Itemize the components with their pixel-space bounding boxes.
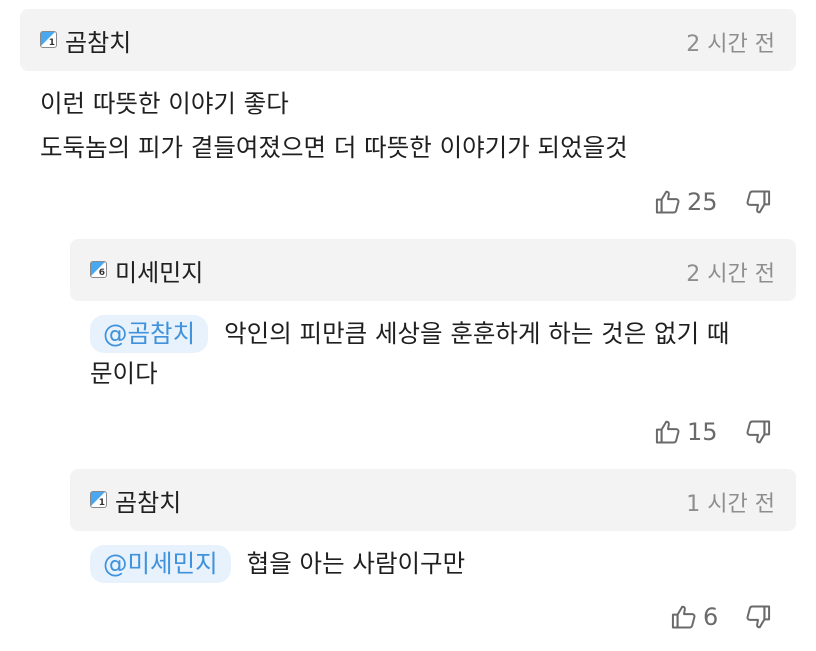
- reply-body: @곰참치 악인의 피만큼 세상을 훈훈하게 하는 것은 없기 때 문이다: [90, 312, 729, 396]
- dislike-button[interactable]: [744, 603, 772, 631]
- comment-text-line: 이런 따뜻한 이야기 좋다: [40, 89, 289, 118]
- comment-actions: 25: [654, 184, 772, 220]
- reply-text-line: @미세민지 협을 아는 사람이구만: [90, 542, 465, 586]
- level-badge-icon: 1: [90, 491, 107, 508]
- like-button[interactable]: 25: [654, 188, 718, 216]
- reply-text: 협을 아는 사람이구만: [246, 549, 466, 578]
- dislike-button[interactable]: [744, 418, 772, 446]
- reply-text: 악인의 피만큼 세상을 훈훈하게 하는 것은 없기 때: [224, 319, 730, 348]
- level-number: 6: [98, 268, 105, 278]
- reply-timestamp: 2 시간 전: [686, 262, 775, 287]
- mention-tag[interactable]: @곰참치: [90, 315, 209, 353]
- reply-username[interactable]: 곰참치: [115, 483, 181, 518]
- like-button[interactable]: 6: [670, 603, 718, 631]
- mention-tag[interactable]: @미세민지: [90, 545, 231, 583]
- reply-actions: 6: [670, 599, 772, 635]
- thumbs-up-icon: [655, 420, 680, 444]
- like-count: 15: [687, 418, 718, 446]
- comment-header: 1 곰참치 2 시간 전: [20, 9, 796, 71]
- comment-text-line: 도둑놈의 피가 곁들여졌으면 더 따뜻한 이야기가 되었을것: [40, 133, 628, 162]
- level-number: 1: [98, 498, 105, 508]
- reply-body: @미세민지 협을 아는 사람이구만: [90, 542, 465, 586]
- thumbs-up-icon: [671, 605, 696, 629]
- reply-timestamp: 1 시간 전: [686, 492, 775, 517]
- comment-timestamp: 2 시간 전: [686, 32, 775, 57]
- thumbs-down-icon: [746, 605, 771, 629]
- like-count: 6: [703, 603, 719, 631]
- level-badge-icon: 1: [40, 31, 57, 48]
- thumbs-down-icon: [746, 190, 770, 214]
- thumbs-up-icon: [655, 190, 680, 214]
- level-badge-icon: 6: [90, 261, 107, 278]
- comment-username[interactable]: 곰참치: [65, 23, 131, 58]
- reply-actions: 15: [654, 414, 772, 450]
- like-button[interactable]: 15: [654, 418, 718, 446]
- comment-body: 이런 따뜻한 이야기 좋다 도둑놈의 피가 곁들여졌으면 더 따뜻한 이야기가 …: [40, 82, 628, 170]
- level-number: 1: [48, 38, 55, 48]
- thumbs-down-icon: [746, 420, 770, 444]
- reply-text-line: 문이다: [90, 359, 158, 388]
- reply-text-line: @곰참치 악인의 피만큼 세상을 훈훈하게 하는 것은 없기 때: [90, 312, 729, 356]
- reply-header: 6 미세민지 2 시간 전: [70, 239, 796, 301]
- reply-username[interactable]: 미세민지: [115, 253, 203, 288]
- reply-header: 1 곰참치 1 시간 전: [70, 469, 796, 531]
- dislike-button[interactable]: [744, 188, 772, 216]
- like-count: 25: [687, 188, 718, 216]
